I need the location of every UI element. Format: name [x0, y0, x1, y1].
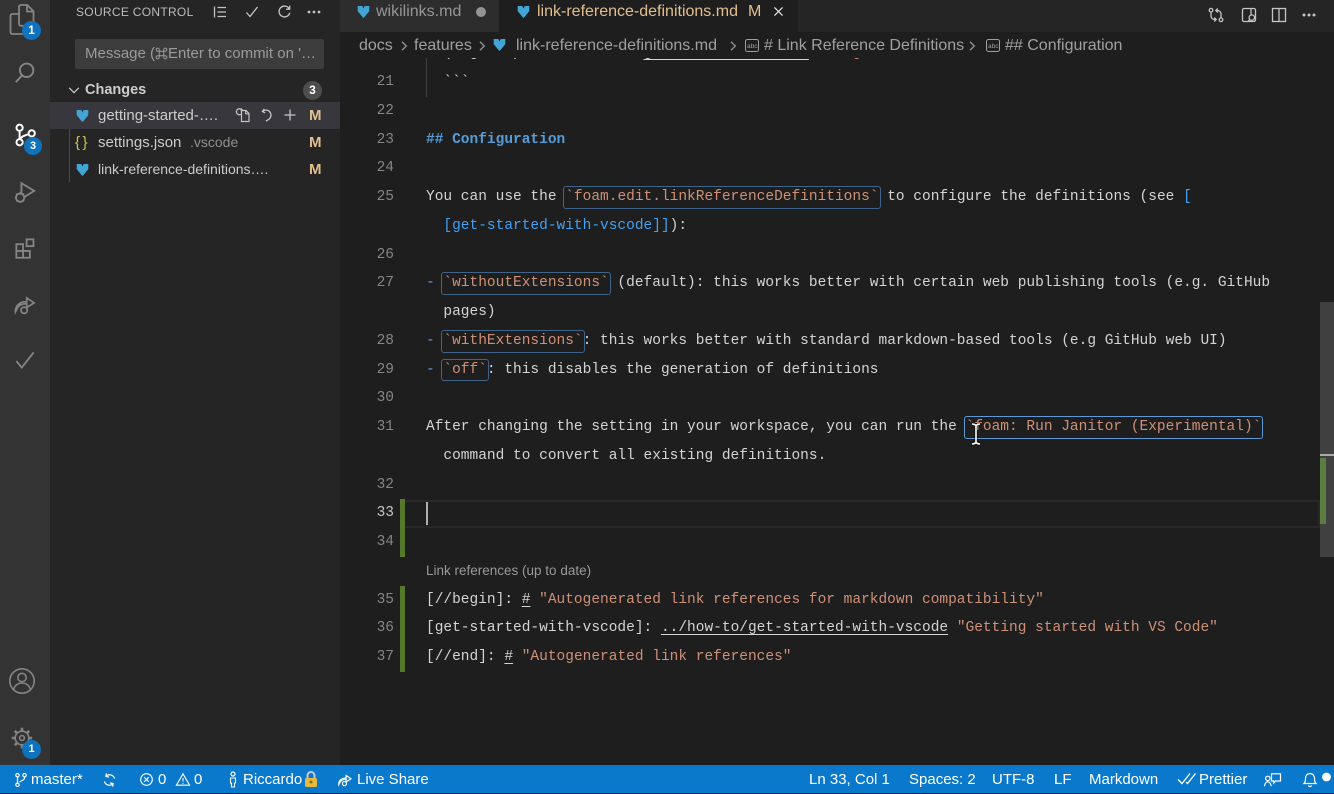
- svg-text:abc: abc: [747, 43, 758, 50]
- svg-text:abc: abc: [988, 43, 999, 50]
